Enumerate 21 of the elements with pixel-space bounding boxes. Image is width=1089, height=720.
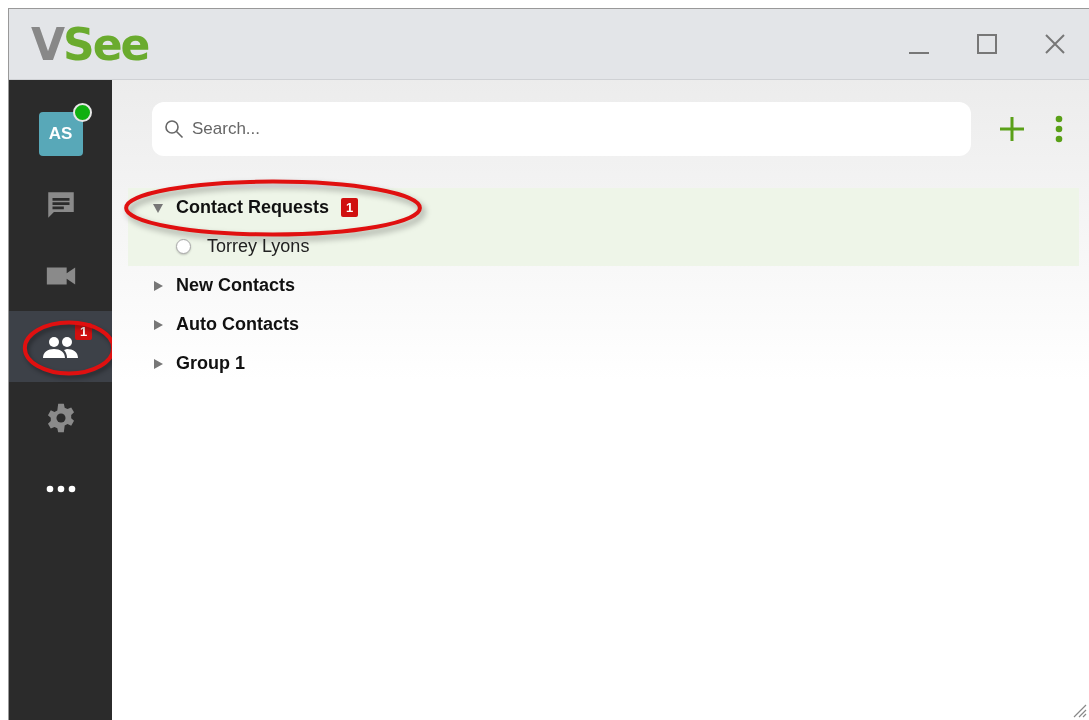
right-triangle-icon[interactable] (152, 357, 164, 370)
right-triangle-icon[interactable] (152, 279, 164, 292)
down-triangle-icon[interactable] (152, 201, 164, 214)
minimize-icon (908, 52, 930, 54)
resize-grip-icon[interactable] (1071, 702, 1087, 718)
group-label[interactable]: New Contacts (176, 275, 296, 296)
close-icon (1044, 33, 1066, 55)
contact-name[interactable]: Torrey Lyons (207, 236, 310, 257)
search-field[interactable]: Search... (152, 102, 971, 156)
group-label[interactable]: Group 1 (176, 353, 245, 374)
more-icon (45, 484, 76, 493)
right-triangle-icon[interactable] (152, 318, 164, 331)
group-label[interactable]: Auto Contacts (176, 314, 299, 335)
add-button[interactable] (999, 116, 1025, 142)
radio-button[interactable] (176, 239, 191, 254)
contacts-nav-item[interactable]: 1 (9, 311, 112, 382)
group-label[interactable]: Contact Requests (176, 197, 330, 218)
maximize-icon (976, 33, 998, 55)
count-badge: 1 (341, 198, 359, 217)
more-options-button[interactable] (1055, 115, 1063, 143)
vsee-logo: VSee (31, 18, 149, 70)
